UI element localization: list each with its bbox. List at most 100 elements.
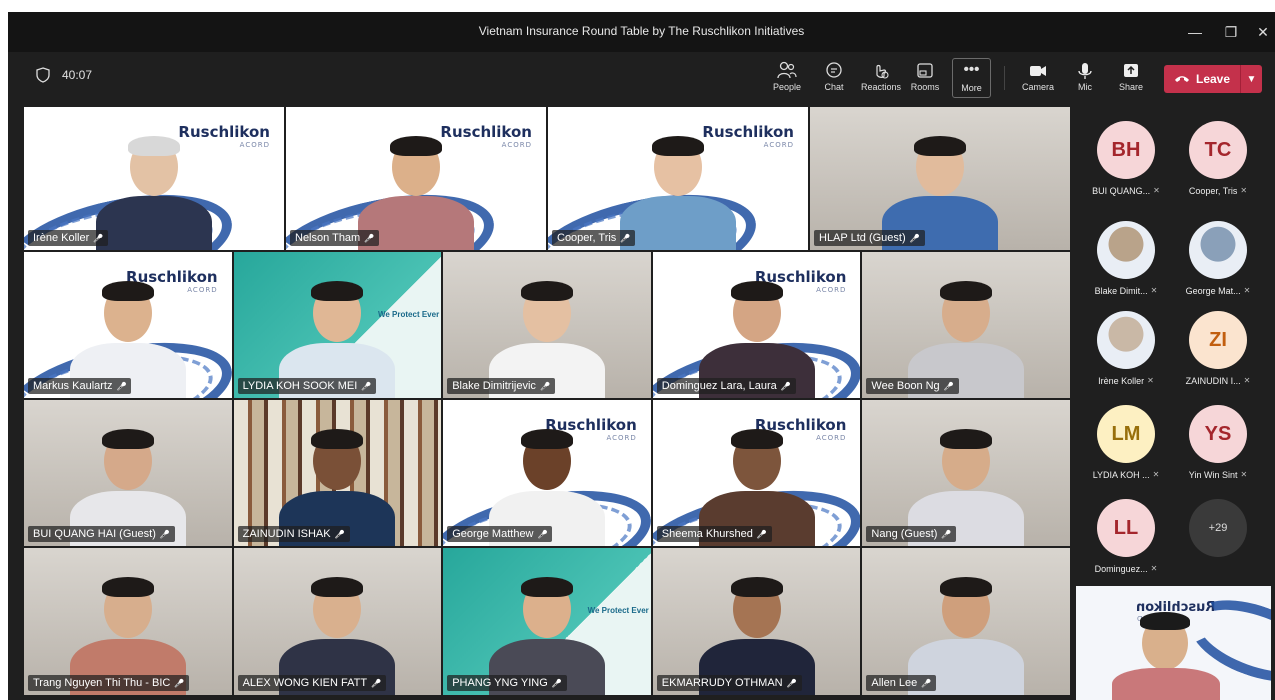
brand-sub: ACORD (501, 141, 532, 149)
avatar (1097, 221, 1155, 279)
video-tile[interactable]: ALEX WONG KIEN FATT 🎤 (233, 548, 442, 695)
avatar (1097, 311, 1155, 369)
sidebar-participant[interactable]: George Mat... ✕ (1172, 221, 1264, 311)
reactions-button[interactable]: Reactions (857, 58, 905, 98)
participant-name-tag: Allen Lee 🎤 (866, 675, 937, 691)
participant-name: ZAINUDIN ISHAK (242, 528, 331, 540)
protect-slogan: We Protect Ever (377, 310, 440, 319)
video-tile[interactable]: EKMARRUDY OTHMAN 🎤 (652, 548, 861, 695)
video-tile[interactable]: Wee Boon Ng 🎤 (862, 252, 1070, 398)
sidebar-participant-name-row: Dominguez... ✕ (1080, 564, 1172, 574)
chat-icon (826, 62, 842, 78)
video-tile[interactable]: Nang (Guest) 🎤 (862, 400, 1070, 546)
avatar: ZI (1189, 311, 1247, 369)
participant-name-tag: Sheema Khurshed 🎤 (656, 526, 772, 542)
participant-name-tag: Markus Kaulartz 🎤 (28, 378, 132, 394)
participant-name-tag: George Matthew 🎤 (447, 526, 553, 542)
participant-name: EKMARRUDY OTHMAN (661, 677, 783, 689)
participant-hair (914, 135, 966, 156)
avatar-initials: LL (1113, 516, 1139, 539)
leave-button[interactable]: Leave ▼ (1164, 65, 1262, 93)
mic-button[interactable]: Mic (1070, 58, 1100, 98)
sidebar-participant-name-row: ZAINUDIN I... ✕ (1172, 376, 1264, 386)
video-tile[interactable]: BUI QUANG HAI (Guest) 🎤 (24, 400, 232, 546)
sidebar-participant-name: George Mat... (1185, 286, 1241, 296)
mic-off-icon: ✕ (1152, 470, 1160, 479)
sidebar-participant[interactable]: Blake Dimit... ✕ (1080, 221, 1172, 311)
video-tile[interactable]: We Protect Ever LYDIA KOH SOOK MEI 🎤 (233, 252, 442, 398)
self-body (1112, 668, 1220, 700)
avatar-initials: BH (1111, 138, 1141, 161)
more-button[interactable]: ••• More (952, 58, 991, 98)
participant-name-tag: BUI QUANG HAI (Guest) 🎤 (28, 526, 175, 542)
sidebar-participant-name-row: Yin Win Sint ✕ (1172, 470, 1264, 480)
rooms-button[interactable]: Rooms (907, 58, 943, 98)
participant-hair (311, 577, 364, 598)
participant-hair (520, 429, 573, 450)
participant-hair (940, 281, 993, 302)
overflow-count: +29 (1189, 499, 1247, 557)
share-button[interactable]: Share (1114, 58, 1148, 98)
participant-name: Blake Dimitrijevic (452, 380, 536, 392)
hangup-icon (1175, 76, 1189, 82)
participant-name-tag: ALEX WONG KIEN FATT 🎤 (237, 675, 387, 691)
participant-name-tag: Blake Dimitrijevic 🎤 (447, 378, 555, 394)
video-tile[interactable]: Ruschlikon ACORD Cooper, Tris 🎤 (548, 107, 808, 250)
sidebar-participant-name: LYDIA KOH ... (1092, 470, 1150, 480)
camera-button[interactable]: Camera (1020, 58, 1056, 98)
people-label: People (772, 82, 802, 92)
video-tile[interactable]: We Protect Ever PHANG YNG YING 🎤 (443, 548, 651, 695)
avatar-initials: ZI (1209, 328, 1227, 351)
meeting-timer-group: 40:07 (36, 67, 92, 83)
mic-off-icon: 🎤 (539, 381, 550, 391)
video-tile[interactable]: HLAP Ltd (Guest) 🎤 (810, 107, 1070, 250)
video-tile[interactable]: Ruschlikon ACORD Markus Kaulartz 🎤 (24, 252, 232, 398)
people-button[interactable]: People (770, 58, 804, 98)
sidebar-participant[interactable]: ZI ZAINUDIN I... ✕ (1172, 311, 1264, 401)
restore-icon[interactable]: ❐ (1220, 22, 1242, 42)
participant-name: George Matthew (452, 528, 534, 540)
video-tile[interactable]: Ruschlikon ACORD George Matthew 🎤 (443, 400, 651, 546)
participant-name: ALEX WONG KIEN FATT (242, 677, 368, 689)
sidebar-participant-name: Irène Koller (1098, 376, 1145, 386)
self-view[interactable]: RuschlikonACORD (1076, 586, 1271, 700)
sidebar-participant[interactable]: YS Yin Win Sint ✕ (1172, 405, 1264, 495)
minimize-icon[interactable]: — (1184, 22, 1206, 42)
leave-main[interactable]: Leave (1164, 65, 1240, 93)
participant-hair (940, 429, 993, 450)
participant-name-tag: EKMARRUDY OTHMAN 🎤 (656, 675, 802, 691)
video-tile[interactable]: Ruschlikon ACORD Sheema Khurshed 🎤 (652, 400, 861, 546)
sidebar-participant[interactable]: BH BUI QUANG... ✕ (1080, 121, 1172, 211)
sidebar-participant[interactable]: Irène Koller ✕ (1080, 311, 1172, 401)
video-tile[interactable]: Ruschlikon ACORD Irène Koller 🎤 (24, 107, 284, 250)
video-tile[interactable]: Trang Nguyen Thi Thu - BIC 🎤 (24, 548, 232, 695)
mic-off-icon: 🎤 (786, 678, 797, 688)
self-hair (1140, 612, 1190, 630)
sidebar-participant-name-row: LYDIA KOH ... ✕ (1080, 470, 1172, 480)
video-tile[interactable]: Allen Lee 🎤 (862, 548, 1070, 695)
video-tile[interactable]: Ruschlikon ACORD Nelson Tham 🎤 (286, 107, 546, 250)
participant-hair (940, 577, 993, 598)
participant-name: Sheema Khurshed (661, 528, 753, 540)
mic-off-icon: 🎤 (116, 381, 127, 391)
video-tile[interactable]: Ruschlikon ACORD Dominguez Lara, Laura 🎤 (652, 252, 861, 398)
participant-name: Trang Nguyen Thi Thu - BIC (33, 677, 171, 689)
participant-hair (730, 577, 783, 598)
sidebar-participant[interactable]: LM LYDIA KOH ... ✕ (1080, 405, 1172, 495)
sidebar-participant[interactable]: LL Dominguez... ✕ (1080, 499, 1172, 589)
chevron-down-icon[interactable]: ▼ (1241, 74, 1262, 85)
brand-sub: ACORD (239, 141, 270, 149)
close-icon[interactable]: ✕ (1252, 22, 1274, 42)
mic-off-icon: ✕ (1243, 376, 1251, 385)
reactions-icon (876, 64, 889, 79)
video-tile[interactable]: Blake Dimitrijevic 🎤 (443, 252, 651, 398)
video-tile[interactable]: ZAINUDIN ISHAK 🎤 (233, 400, 442, 546)
sidebar-participant[interactable]: TC Cooper, Tris ✕ (1172, 121, 1264, 211)
chat-button[interactable]: Chat (819, 58, 849, 98)
participant-name: Markus Kaulartz (33, 380, 113, 392)
more-participants-button[interactable]: +29 (1172, 499, 1264, 589)
mic-off-icon: 🎤 (334, 529, 345, 539)
participant-name: Nang (Guest) (871, 528, 938, 540)
participant-hair (520, 577, 573, 598)
participant-name-tag: Irène Koller 🎤 (28, 230, 109, 246)
